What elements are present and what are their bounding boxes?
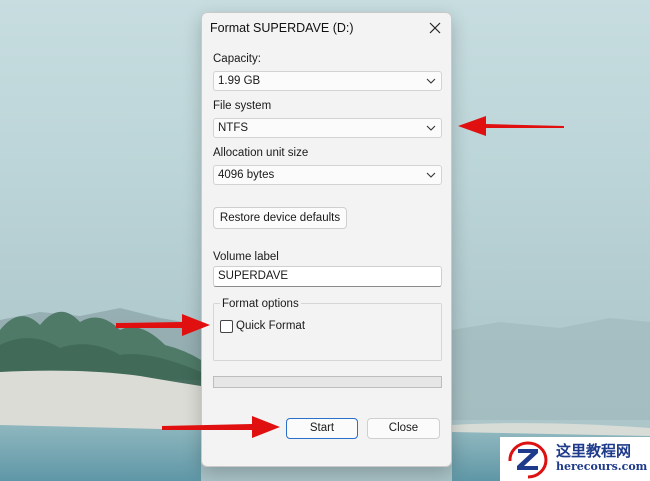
filesystem-value: NTFS <box>218 122 249 134</box>
volume-label-input[interactable]: SUPERDAVE <box>213 266 442 287</box>
format-dialog: Format SUPERDAVE (D:) Capacity: 1.99 GB … <box>201 12 452 467</box>
start-button[interactable]: Start <box>286 418 358 439</box>
chevron-down-icon <box>426 78 436 84</box>
quick-format-checkbox[interactable] <box>220 320 233 333</box>
annotation-arrow-filesystem <box>458 116 564 136</box>
site-watermark: 这里教程网 herecours.com <box>500 437 650 481</box>
allocation-label: Allocation unit size <box>213 147 309 159</box>
format-progress-bar <box>213 376 442 388</box>
annotation-arrow-start <box>162 416 280 438</box>
chevron-down-icon <box>426 125 436 131</box>
allocation-select[interactable]: 4096 bytes <box>213 165 442 185</box>
dialog-title: Format SUPERDAVE (D:) <box>210 21 354 35</box>
watermark-url: herecours.com <box>556 460 648 473</box>
capacity-value: 1.99 GB <box>218 75 261 87</box>
close-icon[interactable] <box>423 16 447 40</box>
volume-label-value: SUPERDAVE <box>218 270 289 282</box>
title-bar: Format SUPERDAVE (D:) <box>202 13 451 43</box>
format-options-label: Format options <box>220 298 301 310</box>
restore-defaults-button[interactable]: Restore device defaults <box>213 207 347 229</box>
filesystem-select[interactable]: NTFS <box>213 118 442 138</box>
chevron-down-icon <box>426 172 436 178</box>
filesystem-label: File system <box>213 100 272 112</box>
annotation-arrow-quick-format <box>116 314 210 336</box>
format-options-group <box>213 303 442 361</box>
watermark-title: 这里教程网 <box>556 442 632 460</box>
quick-format-label[interactable]: Quick Format <box>236 320 305 332</box>
capacity-select[interactable]: 1.99 GB <box>213 71 442 91</box>
volume-label-label: Volume label <box>213 251 279 263</box>
allocation-value: 4096 bytes <box>218 169 275 181</box>
capacity-label: Capacity: <box>213 53 261 65</box>
watermark-logo-icon <box>508 441 548 479</box>
close-button[interactable]: Close <box>367 418 440 439</box>
